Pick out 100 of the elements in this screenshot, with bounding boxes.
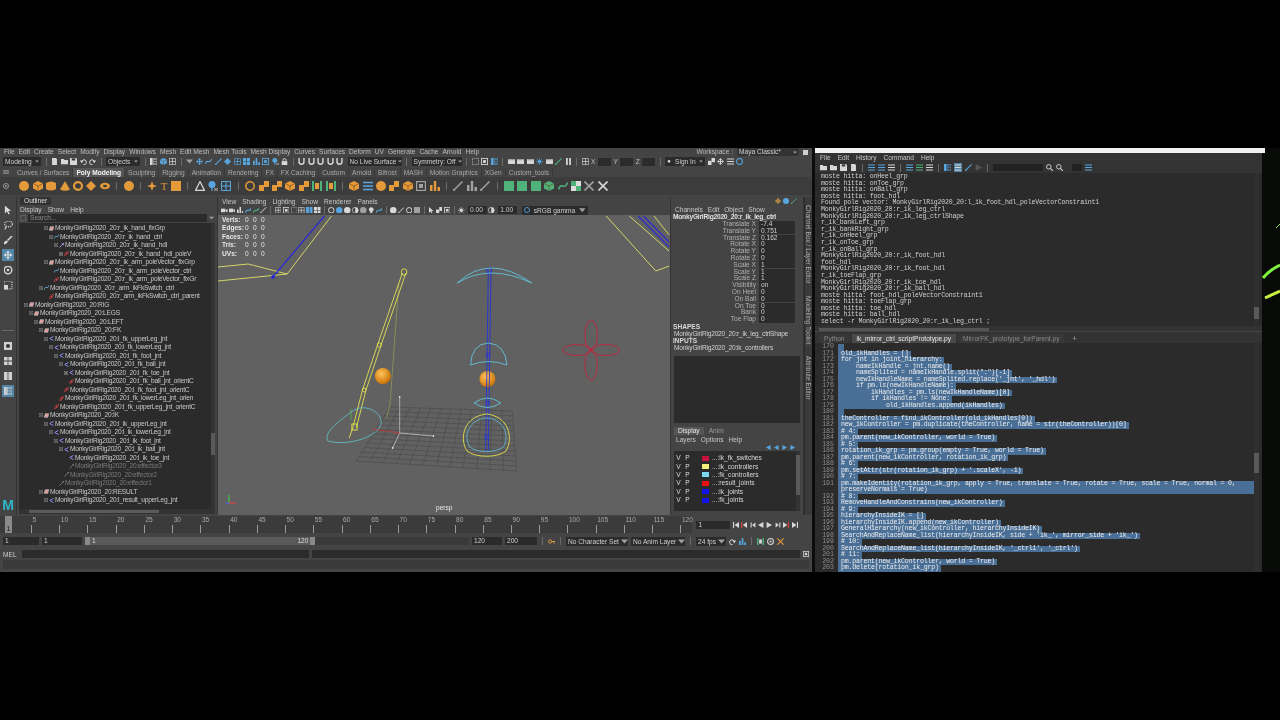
- move-icon[interactable]: [717, 158, 725, 165]
- two-squares-icon[interactable]: [435, 206, 443, 214]
- sun-icon[interactable]: [536, 158, 543, 165]
- frame-icon[interactable]: [803, 551, 809, 557]
- slash-icon[interactable]: [555, 158, 562, 165]
- sphere-icon[interactable]: [390, 206, 397, 214]
- folder-icon[interactable]: [60, 158, 68, 165]
- cross-icon[interactable]: [597, 181, 608, 191]
- lasso-icon[interactable]: [2, 219, 14, 231]
- lines-icon[interactable]: [1085, 164, 1092, 171]
- grid-icon[interactable]: [581, 158, 589, 165]
- cross-arrows-icon[interactable]: [775, 198, 781, 204]
- grid-icon[interactable]: [274, 206, 282, 214]
- collapse-icon[interactable]: [49, 234, 53, 239]
- collapse-icon[interactable]: [54, 438, 58, 443]
- target-icon[interactable]: [2, 264, 14, 276]
- sphere-icon[interactable]: [360, 206, 367, 214]
- bracket-icon[interactable]: [325, 181, 336, 191]
- ring-icon[interactable]: [405, 206, 413, 214]
- grid-icon[interactable]: [298, 206, 305, 214]
- slash-icon[interactable]: [453, 181, 464, 191]
- cube-icon[interactable]: [349, 181, 360, 191]
- square-icon[interactable]: [503, 181, 514, 191]
- expand-icon[interactable]: [64, 370, 68, 375]
- collapse-icon[interactable]: [39, 285, 43, 290]
- command-field[interactable]: [22, 550, 309, 558]
- disc-icon[interactable]: [99, 181, 110, 191]
- frame-icon[interactable]: [282, 206, 290, 214]
- diamond-icon[interactable]: [86, 181, 97, 191]
- scrollbar-track[interactable]: [19, 509, 215, 514]
- cross-icon[interactable]: [584, 181, 595, 191]
- grid-icon[interactable]: [221, 181, 232, 191]
- play-icon[interactable]: [766, 521, 773, 528]
- bracket-icon[interactable]: [312, 181, 323, 191]
- quad-icon[interactable]: [2, 355, 14, 367]
- triangle-bar-left-icon[interactable]: [741, 521, 748, 528]
- slash-icon[interactable]: [480, 181, 491, 191]
- collapse-icon[interactable]: [34, 319, 38, 324]
- pin-icon[interactable]: [271, 158, 279, 165]
- pause-icon[interactable]: [564, 158, 572, 165]
- swatch-icon[interactable]: [702, 455, 709, 461]
- square-icon[interactable]: [517, 181, 528, 191]
- film-icon[interactable]: [517, 158, 524, 165]
- triangle-bar-right-icon[interactable]: [783, 521, 790, 528]
- bars-icon[interactable]: [252, 158, 260, 165]
- diamond-icon[interactable]: [224, 158, 231, 165]
- skip-back-icon[interactable]: [732, 521, 739, 528]
- collapse-icon[interactable]: [54, 243, 58, 248]
- collapse-icon[interactable]: [44, 336, 48, 341]
- coordinate-field[interactable]: [597, 157, 611, 166]
- scrollbar-track[interactable]: [1254, 173, 1259, 326]
- swatch-icon[interactable]: [702, 472, 709, 478]
- sphere-icon[interactable]: [123, 181, 134, 191]
- lines-icon[interactable]: [868, 164, 875, 171]
- slider-handle[interactable]: [85, 537, 90, 545]
- two-squares-icon[interactable]: [298, 181, 309, 191]
- grid-icon[interactable]: [233, 158, 241, 165]
- slash-icon[interactable]: [214, 158, 222, 165]
- cube-icon[interactable]: [285, 181, 296, 191]
- collapse-icon[interactable]: [39, 328, 43, 333]
- collapse-icon[interactable]: [44, 226, 48, 231]
- swatch-icon[interactable]: [702, 480, 709, 486]
- two-squares-icon[interactable]: [271, 181, 282, 191]
- collapse-icon[interactable]: [49, 345, 53, 350]
- two-squares-icon[interactable]: [258, 181, 269, 191]
- type-tool-button[interactable]: T: [160, 180, 168, 192]
- cross-icon[interactable]: [777, 537, 784, 545]
- arrow-icon[interactable]: [2, 204, 14, 216]
- frame-icon[interactable]: [443, 206, 451, 214]
- cube-icon[interactable]: [159, 158, 167, 165]
- search-icon[interactable]: [1046, 164, 1053, 171]
- frame-icon[interactable]: [481, 158, 488, 165]
- caret-icon[interactable]: [186, 158, 193, 165]
- cylinder-icon[interactable]: [46, 181, 57, 191]
- page-icon[interactable]: [850, 164, 857, 171]
- cube-icon[interactable]: [402, 181, 413, 191]
- swatch-icon[interactable]: [702, 489, 709, 495]
- slash-icon[interactable]: [965, 164, 972, 171]
- curve-icon[interactable]: [205, 158, 212, 165]
- lines-icon[interactable]: [926, 164, 933, 171]
- bracket-icon[interactable]: [757, 537, 764, 545]
- skip-forward-icon[interactable]: [791, 521, 798, 528]
- film-icon[interactable]: [507, 158, 515, 165]
- curve-icon[interactable]: [557, 181, 568, 191]
- slider-handle[interactable]: [310, 537, 316, 545]
- scrollbar-thumb[interactable]: [1254, 453, 1259, 473]
- sparkle-icon[interactable]: [147, 181, 158, 191]
- camera-icon[interactable]: [228, 206, 236, 214]
- cube-icon[interactable]: [544, 181, 555, 191]
- slash-icon[interactable]: [398, 206, 405, 214]
- coordinate-field[interactable]: [620, 157, 634, 166]
- bars-icon[interactable]: [429, 181, 440, 191]
- half-circle-icon[interactable]: [488, 206, 495, 214]
- lines-icon[interactable]: [906, 164, 913, 171]
- lock-icon[interactable]: [281, 158, 288, 165]
- sphere-icon[interactable]: [783, 198, 789, 204]
- search-icon[interactable]: [1056, 164, 1063, 171]
- curved-arrow-icon[interactable]: [729, 537, 736, 545]
- sphere-icon[interactable]: [376, 181, 387, 191]
- collapse-icon[interactable]: [59, 447, 63, 452]
